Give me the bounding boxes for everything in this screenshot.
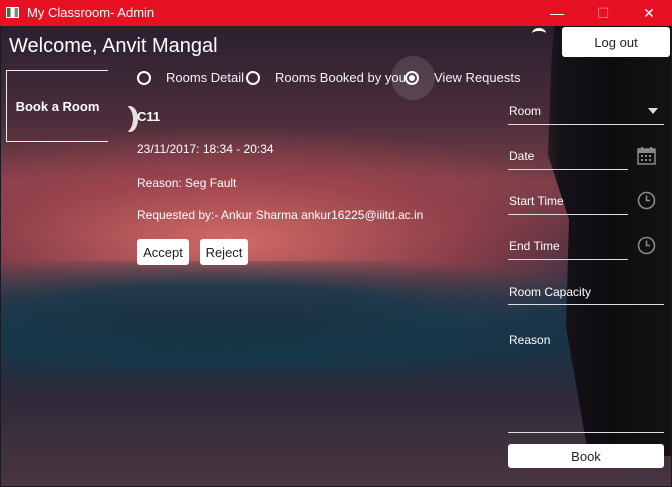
radio-rooms-booked[interactable]: Rooms Booked by you [246,70,406,85]
date-field-label: Date [509,149,535,163]
clock-icon[interactable] [637,236,656,255]
window-title: My Classroom- Admin [27,5,155,20]
close-button[interactable]: ✕ [626,0,672,26]
room-capacity-label: Room Capacity [509,285,592,299]
maximize-button[interactable]: ☐ [580,0,626,26]
chevron-down-icon [648,108,658,114]
room-select-label: Room [509,104,542,118]
calendar-icon[interactable] [637,146,656,165]
request-reason: Reason: Seg Fault [137,176,237,190]
radio-rooms-detail[interactable]: Rooms Detail [137,70,244,85]
radio-button[interactable] [246,70,260,85]
radio-view-requests[interactable]: View Requests [391,56,521,100]
date-field[interactable]: Date [508,145,628,170]
loading-indicator [532,28,546,39]
radio-label: View Requests [434,70,521,85]
reject-button[interactable]: Reject [200,239,248,265]
app-icon [6,7,19,18]
minimize-button[interactable]: — [534,0,580,26]
radio-button[interactable] [405,70,419,85]
welcome-heading: Welcome, Anvit Mangal [9,35,218,57]
radio-label: Rooms Booked by you [275,70,406,85]
request-room: C11 [137,109,161,124]
title-bar: My Classroom- Admin — ☐ ✕ [0,0,672,26]
radio-button[interactable] [137,70,151,85]
book-button[interactable]: Book [508,444,664,468]
request-time: 23/11/2017: 18:34 - 20:34 [137,142,274,156]
end-time-label: End Time [509,239,560,253]
book-a-room-tab[interactable]: Book a Room [6,70,108,142]
reason-label: Reason [509,333,551,347]
room-select[interactable]: Room [508,100,664,125]
start-time-field[interactable]: Start Time [508,190,628,215]
start-time-label: Start Time [509,194,564,208]
logout-button[interactable]: Log out [562,27,670,57]
reason-textarea[interactable]: Reason [508,329,664,433]
request-requested-by: Requested by:- Ankur Sharma ankur16225@i… [137,208,424,222]
room-capacity-field[interactable]: Room Capacity [508,281,664,305]
moon-icon [117,106,133,132]
end-time-field[interactable]: End Time [508,235,628,260]
clock-icon[interactable] [637,191,656,210]
accept-button[interactable]: Accept [137,239,189,265]
radio-label: Rooms Detail [166,70,245,85]
